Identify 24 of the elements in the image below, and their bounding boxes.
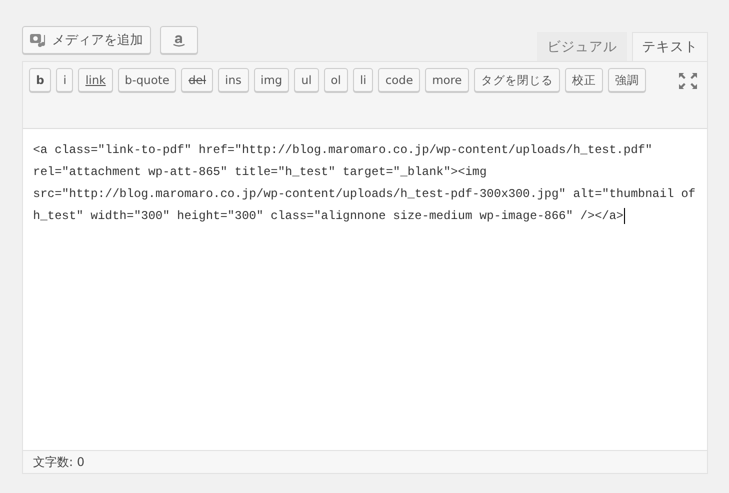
quicktag-button[interactable]: more <box>425 68 469 92</box>
media-icon <box>30 32 48 48</box>
quicktag-button[interactable]: ul <box>294 68 319 92</box>
amazon-button[interactable] <box>160 26 198 54</box>
quicktag-button[interactable]: del <box>181 68 214 92</box>
quicktag-button[interactable]: ol <box>324 68 348 92</box>
editor-tab[interactable]: ビジュアル <box>537 32 627 61</box>
add-media-button[interactable]: メディアを追加 <box>22 26 151 54</box>
quicktag-button[interactable]: タグを閉じる <box>474 68 560 92</box>
quicktag-button[interactable]: 強調 <box>608 68 646 92</box>
code-editor[interactable]: <a class="link-to-pdf" href="http://blog.maromaro.co.jp/wp-content/uploads/h_test.pdf" rel="attachment wp-att-865" title="h_test" target="_blank"><img src="http://blog.maromaro.co.jp/wp-content/uploads/h_test-pdf-300x300.jpg" alt="thumbnail of h_test" width="300" height="300" class="alignnone size-medium wp-image-866" /></a> <box>23 129 707 450</box>
editor-tab[interactable]: テキスト <box>632 32 708 61</box>
quicktag-button[interactable]: ins <box>218 68 249 92</box>
quicktag-button[interactable]: i <box>56 68 74 92</box>
fullscreen-icon[interactable] <box>679 73 697 89</box>
quicktag-button[interactable]: link <box>78 68 113 92</box>
smile-logo-icon <box>172 33 186 47</box>
quicktag-button[interactable]: img <box>254 68 290 92</box>
quicktag-button[interactable]: li <box>352 68 374 92</box>
quicktag-button[interactable]: 校正 <box>564 68 603 92</box>
quicktag-button[interactable]: b <box>29 68 52 92</box>
word-count: 文字数: 0 <box>33 454 84 470</box>
quicktag-button[interactable]: code <box>378 68 420 92</box>
quicktag-button[interactable]: b-quote <box>118 68 176 92</box>
